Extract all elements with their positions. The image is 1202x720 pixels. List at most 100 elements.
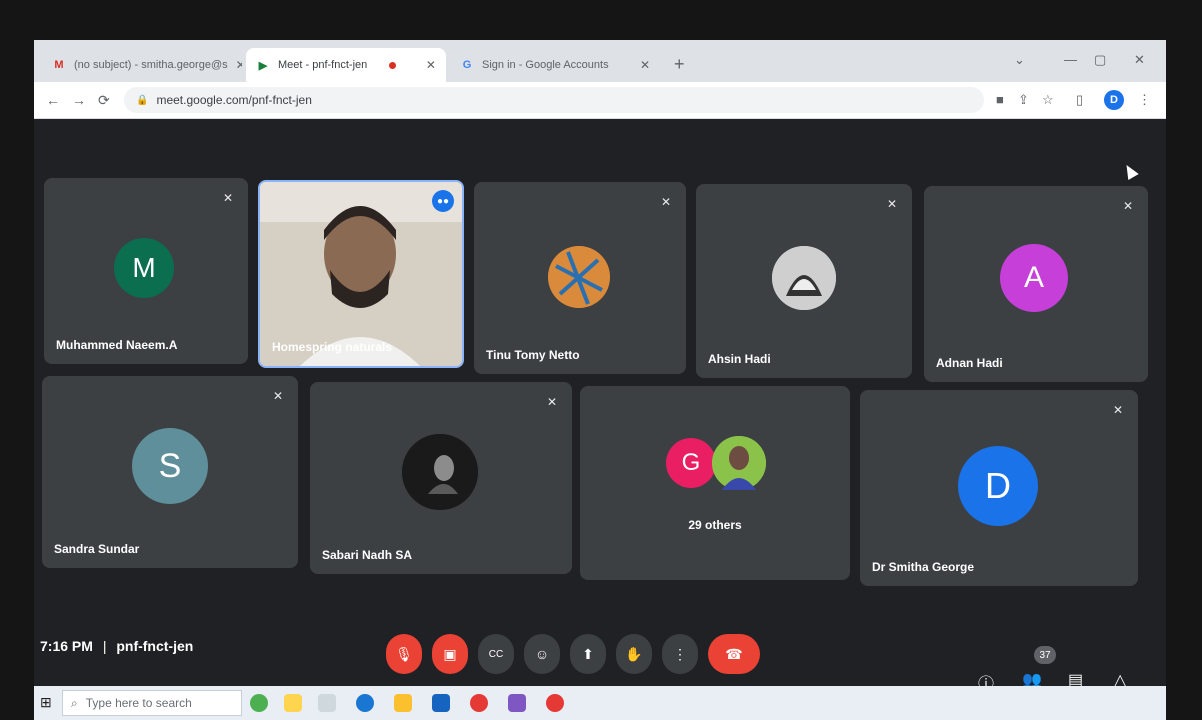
mouse-cursor-icon xyxy=(1121,161,1139,181)
participant-name: Muhammed Naeem.A xyxy=(56,338,178,352)
more-vert-icon[interactable]: ⋮ xyxy=(1138,92,1151,108)
avatar: S xyxy=(132,428,208,504)
avatar: A xyxy=(1000,244,1068,312)
others-count: 29 others xyxy=(688,518,742,532)
participant-name: Tinu Tomy Netto xyxy=(486,348,580,362)
participant-tile[interactable]: ✕ Tinu Tomy Netto xyxy=(474,182,686,374)
browser-tab-bar: M (no subject) - smitha.george@s ✕ ▶ Mee… xyxy=(34,40,1166,82)
present-screen-icon: ⬆ xyxy=(582,645,594,662)
close-icon[interactable]: ✕ xyxy=(632,58,650,72)
chevron-down-icon[interactable]: ⌄ xyxy=(1014,52,1025,68)
camera-toggle-button[interactable]: ▣ xyxy=(432,634,468,674)
participant-tile[interactable]: ✕ Sabari Nadh SA xyxy=(310,382,572,574)
lock-icon: 🔒 xyxy=(136,94,149,106)
avatar-photo-art xyxy=(548,246,610,308)
google-icon: G xyxy=(462,59,472,71)
participant-name: Homespring naturals xyxy=(272,340,393,354)
participant-tile[interactable]: ✕ Ahsin Hadi xyxy=(696,184,912,378)
mic-off-icon: ✕ xyxy=(886,197,898,211)
mic-off-icon: ✕ xyxy=(660,195,672,209)
chrome-icon[interactable] xyxy=(546,694,564,712)
url-text: meet.google.com/pnf-fnct-jen xyxy=(156,93,312,107)
close-icon[interactable]: ✕ xyxy=(228,58,242,72)
participant-video-tile[interactable]: ●● Homespring naturals xyxy=(258,180,464,368)
speaking-indicator-icon: ●● xyxy=(432,190,454,212)
new-tab-button[interactable]: + xyxy=(674,54,685,75)
forward-icon[interactable]: → xyxy=(72,92,86,108)
avatar: G xyxy=(666,438,716,488)
avatar: D xyxy=(958,446,1038,526)
avatar-photo xyxy=(712,436,766,490)
back-icon[interactable]: ← xyxy=(46,92,60,108)
edge-icon[interactable] xyxy=(356,694,374,712)
profile-avatar[interactable]: D xyxy=(1104,90,1124,110)
url-input[interactable]: 🔒 meet.google.com/pnf-fnct-jen xyxy=(124,87,984,113)
widgets-icon[interactable] xyxy=(284,694,302,712)
separator: | xyxy=(102,638,107,654)
camera-off-icon: ▣ xyxy=(443,645,457,662)
mic-off-icon: ✕ xyxy=(546,395,558,409)
file-explorer-icon[interactable] xyxy=(394,694,412,712)
hand-icon: ✋ xyxy=(625,645,643,662)
address-bar-row: ← → ⟳ 🔒 meet.google.com/pnf-fnct-jen ■ ⇪… xyxy=(34,82,1166,119)
tab-google-signin[interactable]: G Sign in - Google Accounts ✕ xyxy=(450,48,660,82)
leave-call-button[interactable]: ☎ xyxy=(708,634,760,674)
avatar: M xyxy=(114,238,174,298)
video-feed xyxy=(260,182,462,366)
avatar-photo xyxy=(772,246,836,310)
mic-off-icon: 🎙 xyxy=(395,645,413,662)
captions-button[interactable]: CC xyxy=(478,634,514,674)
mic-off-icon: ✕ xyxy=(222,191,234,205)
meeting-code: pnf-fnct-jen xyxy=(116,638,194,654)
participant-tile[interactable]: ✕ M Muhammed Naeem.A xyxy=(44,178,248,364)
others-tile[interactable]: G 29 others xyxy=(580,386,850,580)
participant-name: Adnan Hadi xyxy=(936,356,1003,370)
windows-start-icon[interactable]: ⊞ xyxy=(40,694,52,711)
minimize-icon[interactable]: — xyxy=(1064,52,1077,67)
participant-name: Dr Smitha George xyxy=(872,560,975,574)
search-placeholder: Type here to search xyxy=(85,696,192,710)
reactions-button[interactable]: ☺ xyxy=(524,634,560,674)
mic-toggle-button[interactable]: 🎙 xyxy=(386,634,422,674)
avatar-photo xyxy=(402,434,478,510)
store-icon[interactable] xyxy=(508,694,526,712)
mail-icon[interactable] xyxy=(432,694,450,712)
participant-count-badge: 37 xyxy=(1034,646,1056,664)
tab-meet[interactable]: ▶ Meet - pnf-fnct-jen ✕ xyxy=(246,48,446,82)
taskbar-search-input[interactable]: ⌕ Type here to search xyxy=(62,690,242,716)
participant-tile[interactable]: ✕ S Sandra Sundar xyxy=(42,376,298,568)
present-button[interactable]: ⬆ xyxy=(570,634,606,674)
avatar-photo-art xyxy=(772,246,836,310)
meeting-time: 7:16 PM xyxy=(40,638,93,654)
recording-dot-icon xyxy=(389,61,397,69)
tab-label: Sign in - Google Accounts xyxy=(482,59,609,71)
tab-gmail[interactable]: M (no subject) - smitha.george@s ✕ xyxy=(42,48,242,82)
reload-icon[interactable]: ⟳ xyxy=(98,92,110,109)
meeting-info: 7:16 PM | pnf-fnct-jen xyxy=(40,638,193,654)
task-view-icon[interactable] xyxy=(318,694,336,712)
participant-name: Sandra Sundar xyxy=(54,542,140,556)
avatar-photo-art xyxy=(712,436,766,490)
meet-icon: ▶ xyxy=(258,59,268,72)
participant-name: Ahsin Hadi xyxy=(708,352,771,366)
emoji-icon: ☺ xyxy=(534,646,550,662)
avatar-photo-art xyxy=(402,434,478,510)
participant-tile[interactable]: ✕ A Adnan Hadi xyxy=(924,186,1148,382)
close-window-icon[interactable]: ✕ xyxy=(1134,52,1145,68)
chrome-icon[interactable] xyxy=(470,694,488,712)
side-panel-icon[interactable]: ▯ xyxy=(1076,92,1083,108)
share-icon[interactable]: ⇪ xyxy=(1018,92,1029,108)
close-icon[interactable]: ✕ xyxy=(418,58,436,72)
gmail-icon: M xyxy=(54,59,64,71)
captions-icon: CC xyxy=(488,648,504,660)
end-call-icon: ☎ xyxy=(725,645,743,662)
raise-hand-button[interactable]: ✋ xyxy=(616,634,652,674)
camera-icon[interactable]: ■ xyxy=(996,92,1004,107)
search-icon: ⌕ xyxy=(71,695,78,710)
more-options-button[interactable]: ⋮ xyxy=(662,634,698,674)
participant-tile[interactable]: ✕ D Dr Smitha George xyxy=(860,390,1138,586)
star-icon[interactable]: ☆ xyxy=(1042,92,1054,108)
maximize-icon[interactable]: ▢ xyxy=(1094,52,1106,68)
tab-label: Meet - pnf-fnct-jen xyxy=(278,59,368,71)
weather-icon[interactable] xyxy=(250,694,268,712)
